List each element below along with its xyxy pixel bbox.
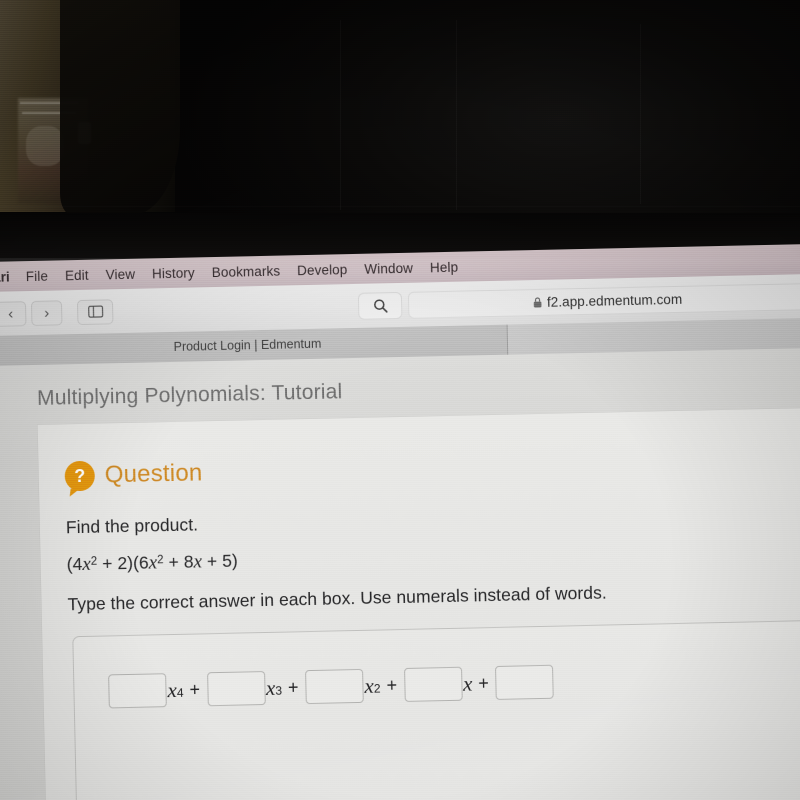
screen-panel-edge-4 xyxy=(0,206,800,207)
back-button[interactable]: ‹ xyxy=(0,300,27,327)
operator-plus-3: + xyxy=(386,674,398,695)
term-x3: x3 xyxy=(266,675,283,700)
browser-window: fari File Edit View History Bookmarks De… xyxy=(0,240,800,800)
answer-input-x4[interactable] xyxy=(108,673,167,709)
term-var-x3: x xyxy=(265,675,276,700)
question-prompt: Find the product. xyxy=(65,514,199,538)
term-x4: x4 xyxy=(167,677,184,702)
question-mark-glyph: ? xyxy=(74,465,86,486)
screen-panel-edge-2 xyxy=(456,20,457,210)
room-silhouette xyxy=(60,0,180,215)
chevron-left-icon: ‹ xyxy=(8,304,14,323)
term-var-x4: x xyxy=(167,677,178,702)
screen-panel-edge-3 xyxy=(640,24,641,204)
question-heading: Question xyxy=(104,459,203,489)
menu-edit[interactable]: Edit xyxy=(65,267,89,283)
answer-input-constant[interactable] xyxy=(495,664,555,700)
forward-button[interactable]: › xyxy=(30,299,63,326)
expr-close: + 5) xyxy=(201,550,238,572)
room-hanger-3 xyxy=(26,126,64,166)
sidebar-toggle-button[interactable] xyxy=(76,298,114,325)
web-page: Multiplying Polynomials: Tutorial ? Ques… xyxy=(0,347,800,800)
term-exp-3: 3 xyxy=(275,683,283,698)
menu-safari[interactable]: fari xyxy=(0,269,10,284)
answer-input-x2[interactable] xyxy=(305,668,364,705)
address-bar-text: f2.app.edmentum.com xyxy=(533,291,683,310)
term-var-x1: x xyxy=(462,670,473,696)
term-x1: x xyxy=(463,671,473,696)
term-x2: x2 xyxy=(364,673,381,698)
search-button[interactable] xyxy=(357,291,403,320)
question-instruction: Type the correct answer in each box. Use… xyxy=(67,582,607,615)
tab-label: Product Login | Edmentum xyxy=(173,336,322,354)
answer-row: x4 + x3 + x2 + x + xyxy=(108,664,555,709)
menu-help[interactable]: Help xyxy=(430,259,458,275)
question-card: ? Question Find the product. (4x2 + 2)(6… xyxy=(37,408,800,800)
answer-panel: x4 + x3 + x2 + x + xyxy=(72,620,800,800)
address-bar[interactable]: f2.app.edmentum.com xyxy=(407,282,800,319)
term-exp-4: 4 xyxy=(176,685,184,700)
menu-window[interactable]: Window xyxy=(364,260,413,276)
page-title: Multiplying Polynomials: Tutorial xyxy=(36,380,343,410)
screen-panel-edge-1 xyxy=(340,20,341,210)
sidebar-icon xyxy=(87,305,103,318)
answer-input-x1[interactable] xyxy=(403,666,463,702)
menu-develop[interactable]: Develop xyxy=(297,262,348,278)
url-text: f2.app.edmentum.com xyxy=(546,291,683,310)
question-mark-icon: ? xyxy=(64,460,96,492)
chevron-right-icon: › xyxy=(44,304,50,322)
expr-mid-2: + 8 xyxy=(163,551,194,573)
term-exp-2: 2 xyxy=(373,680,381,696)
menu-file[interactable]: File xyxy=(26,268,48,283)
menu-view[interactable]: View xyxy=(105,266,135,282)
menu-history[interactable]: History xyxy=(152,265,195,281)
lock-icon xyxy=(533,296,542,308)
expr-mid-1: + 2)(6 xyxy=(97,552,149,574)
operator-plus-4: + xyxy=(478,672,490,693)
answer-input-x3[interactable] xyxy=(206,671,266,707)
question-header: ? Question xyxy=(64,458,203,492)
search-icon xyxy=(373,298,388,313)
operator-plus-1: + xyxy=(189,678,201,700)
expr-open: (4 xyxy=(66,553,83,575)
laptop-screen-photo: fari File Edit View History Bookmarks De… xyxy=(0,0,800,800)
question-expression: (4x2 + 2)(6x2 + 8x + 5) xyxy=(66,551,238,577)
menu-bookmarks[interactable]: Bookmarks xyxy=(212,263,281,279)
term-var-x2: x xyxy=(364,673,375,698)
operator-plus-2: + xyxy=(287,676,299,698)
